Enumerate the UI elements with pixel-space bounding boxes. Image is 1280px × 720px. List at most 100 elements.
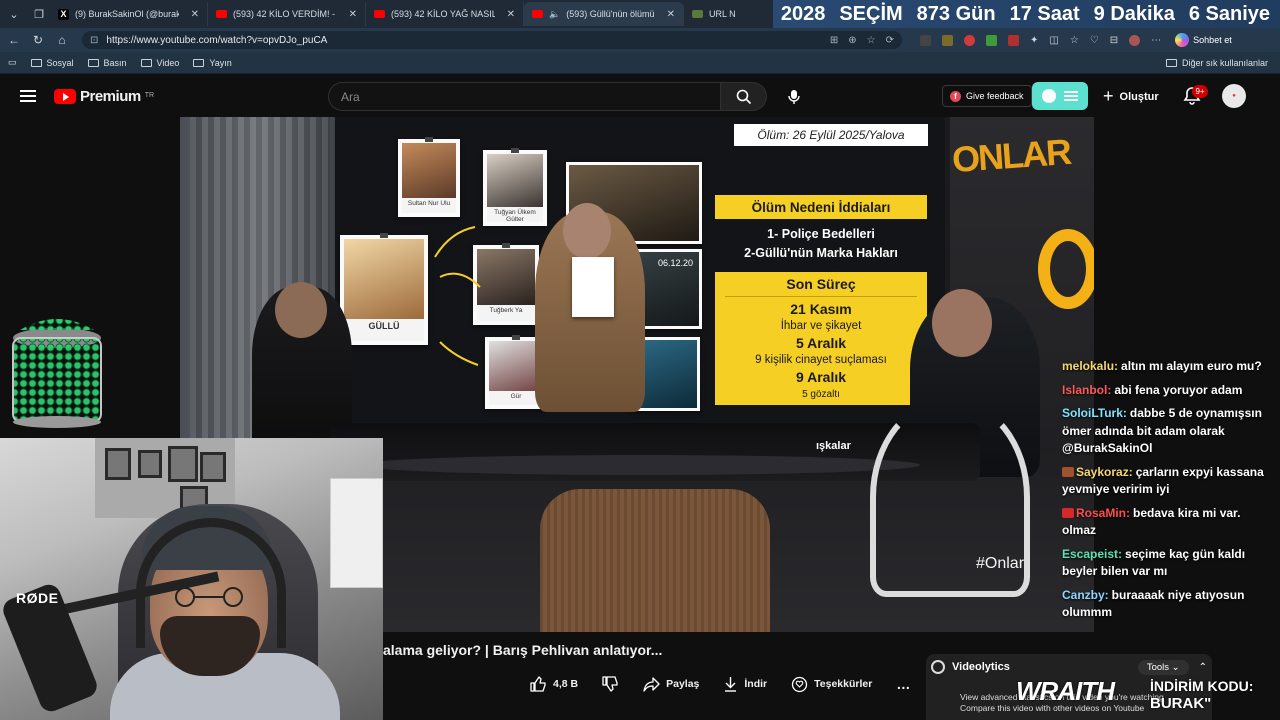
other-bookmarks-label: Diğer sık kullanılanlar bbox=[1181, 57, 1268, 68]
chat-username: Escapeist: bbox=[1062, 546, 1123, 561]
more-icon: … bbox=[896, 676, 911, 692]
bookmarks-bar: ▭ Sosyal Basın Video Yayın Diğer sık kul… bbox=[0, 52, 1280, 74]
copilot-icon bbox=[1175, 33, 1190, 47]
dislike-button[interactable] bbox=[602, 676, 619, 692]
countdown-days: 873 Gün bbox=[916, 2, 996, 25]
thanks-button[interactable]: Teşekkürler bbox=[791, 676, 872, 693]
folder-icon bbox=[193, 58, 205, 67]
chat-button-label: Sohbet et bbox=[1193, 35, 1232, 45]
tab-close-icon[interactable]: ✕ bbox=[667, 9, 675, 20]
countdown-year: 2028 bbox=[780, 2, 826, 25]
settings-more-icon[interactable]: ⋯ bbox=[1151, 35, 1161, 46]
claim-item: 1- Poliçe Bedelleri bbox=[767, 227, 875, 241]
download-button[interactable]: İndir bbox=[723, 676, 767, 692]
refresh-icon[interactable]: ↻ bbox=[28, 33, 48, 47]
account-avatar[interactable]: ● bbox=[1222, 84, 1246, 108]
user-badge-icon bbox=[1062, 466, 1074, 477]
bookmarks-menu-icon[interactable]: ▭ bbox=[8, 57, 17, 68]
profile-avatar[interactable] bbox=[1129, 34, 1141, 46]
microphone-icon bbox=[787, 89, 800, 104]
extension-icon[interactable] bbox=[964, 34, 975, 46]
notification-count-badge: 9+ bbox=[1192, 85, 1208, 98]
extension-icon[interactable] bbox=[920, 34, 931, 46]
sponsor-brand: WRAITH bbox=[1016, 676, 1115, 706]
chat-username: Islanbol: bbox=[1062, 382, 1112, 397]
menu-icon[interactable] bbox=[20, 90, 36, 102]
photo-card: Sultan Nur Ulu bbox=[398, 137, 460, 217]
address-bar[interactable]: ⊡ https://www.youtube.com/watch?v=opvDJo… bbox=[82, 31, 902, 49]
browser-tab-youtube-1[interactable]: (593) 42 KİLO VERDİM! - YouTube ✕ bbox=[208, 2, 366, 26]
tab-menu-chevron-icon[interactable]: ⌄ bbox=[3, 3, 25, 25]
process-step: 9 kişilik cinayet suçlaması bbox=[755, 354, 887, 366]
site-info-icon[interactable]: ⊡ bbox=[90, 35, 98, 46]
bookmark-folder[interactable]: Sosyal bbox=[30, 58, 74, 68]
other-bookmarks[interactable]: Diğer sık kullanılanlar bbox=[1165, 57, 1268, 68]
browser-tab-youtube-2[interactable]: (593) 42 KİLO YAĞ NASIL YAKILIR (l ✕ bbox=[366, 2, 524, 26]
refresh-page-icon[interactable]: ⟳ bbox=[886, 35, 894, 46]
extension-icon[interactable] bbox=[986, 34, 997, 46]
search-icon bbox=[736, 89, 751, 104]
zoom-icon[interactable]: ⊕ bbox=[848, 35, 856, 46]
tab-close-icon[interactable]: ✕ bbox=[349, 9, 357, 20]
claim-item: 2-Güllü'nün Marka Hakları bbox=[744, 246, 898, 260]
favorites-icon[interactable]: ☆ bbox=[1070, 35, 1079, 46]
share-label: Paylaş bbox=[666, 678, 700, 690]
browser-tab-active[interactable]: 🔈 (593) Güllü'nün ölümündeki s ✕ bbox=[524, 2, 684, 26]
list-icon bbox=[1064, 91, 1078, 101]
puzzle-icon[interactable]: ✦ bbox=[1030, 35, 1038, 46]
super-thanks-icon bbox=[791, 676, 808, 692]
home-icon[interactable]: ⌂ bbox=[52, 33, 72, 47]
bookmark-folder[interactable]: Video bbox=[140, 58, 179, 68]
copilot-chat-button[interactable]: Sohbet et bbox=[1175, 33, 1232, 47]
youtube-premium-logo[interactable]: Premium TR bbox=[54, 88, 154, 105]
search-button[interactable] bbox=[721, 82, 767, 111]
search-input[interactable]: Ara bbox=[328, 82, 721, 111]
sponsor-promo: İNDİRİM KODU: BURAK" bbox=[1150, 678, 1253, 712]
back-icon[interactable]: ← bbox=[4, 33, 24, 47]
chat-message: SoloiLTurk: dabbe 5 de oynamışsın ömer ad… bbox=[1062, 405, 1276, 458]
process-timeline: Son Süreç 21 Kasım İhbar ve şikayet 5 Aral… bbox=[715, 272, 927, 405]
split-screen-icon[interactable]: ◫ bbox=[1049, 35, 1058, 46]
feedback-icon: f bbox=[950, 90, 961, 102]
bookmark-folder[interactable]: Basın bbox=[87, 58, 127, 68]
collections-icon[interactable]: ⊟ bbox=[1110, 35, 1118, 46]
promo-code: BURAK" bbox=[1150, 695, 1212, 712]
give-feedback-button[interactable]: f Give feedback bbox=[942, 85, 1032, 107]
create-button[interactable]: + Oluştur bbox=[1103, 86, 1159, 107]
chat-message: RosaMin: bedava kira mi var. olmaz bbox=[1062, 505, 1276, 540]
more-actions-button[interactable]: … bbox=[896, 676, 910, 692]
browser-essentials-icon[interactable]: ♡ bbox=[1090, 35, 1099, 46]
photo-caption: Tuğyan Ülkem Gülter bbox=[494, 209, 536, 224]
avatar-logo-icon: ● bbox=[1232, 93, 1236, 99]
extension-icon[interactable] bbox=[1008, 34, 1019, 46]
wall-frame bbox=[168, 446, 198, 482]
plus-icon: + bbox=[1103, 86, 1114, 106]
app-available-icon[interactable]: ⊞ bbox=[830, 35, 838, 46]
process-step: 5 gözaltı bbox=[802, 389, 840, 400]
collapse-chevron-icon[interactable]: ⌃ bbox=[1199, 662, 1207, 673]
chat-username: SoloiLTurk: bbox=[1062, 406, 1127, 420]
webcam-shelf bbox=[330, 478, 383, 588]
countdown-label: SEÇİM bbox=[839, 2, 903, 25]
streamer-webcam: RØDE bbox=[0, 438, 383, 720]
promo-label: İNDİRİM KODU: bbox=[1150, 678, 1254, 694]
favorite-star-icon[interactable]: ☆ bbox=[867, 35, 876, 46]
tab-close-icon[interactable]: ✕ bbox=[191, 9, 199, 20]
like-button[interactable]: 4,8 B bbox=[530, 676, 578, 692]
bookmark-folder[interactable]: Yayın bbox=[193, 58, 232, 68]
countdown-minutes: 9 Dakika bbox=[1093, 2, 1175, 25]
workspaces-icon[interactable]: ❐ bbox=[28, 3, 50, 25]
tools-dropdown[interactable]: Tools ⌄ bbox=[1137, 659, 1189, 675]
url-text: https://www.youtube.com/watch?v=opvDJo_p… bbox=[106, 34, 328, 46]
host-left-head bbox=[275, 282, 327, 338]
extension-toggle[interactable] bbox=[1032, 82, 1088, 110]
browser-tab-x[interactable]: X (9) BurakSakinOl (@buraktut_) / X ✕ bbox=[50, 2, 208, 26]
videolytics-logo-icon bbox=[931, 660, 945, 674]
extension-icon[interactable] bbox=[942, 34, 953, 46]
share-button[interactable]: Paylaş bbox=[643, 676, 699, 692]
voice-search-button[interactable] bbox=[779, 82, 808, 111]
chat-username: Canzby: bbox=[1062, 587, 1109, 602]
wall-frame bbox=[200, 452, 226, 482]
browser-tab-url-ninja[interactable]: URL Ninja bbox=[684, 2, 744, 26]
tab-close-icon[interactable]: ✕ bbox=[507, 9, 515, 20]
